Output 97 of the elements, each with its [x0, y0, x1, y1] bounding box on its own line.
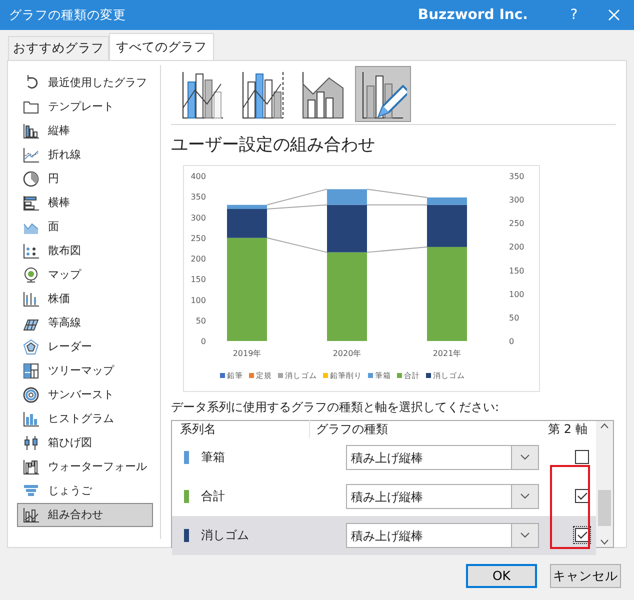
chart-type-item[interactable]: 面 — [17, 215, 153, 239]
legend-swatch — [220, 372, 225, 378]
chevron-down-icon — [520, 493, 530, 499]
brand-name: Buzzword Inc. — [418, 6, 528, 24]
chart-type-item[interactable]: ヒストグラム — [17, 407, 153, 431]
legend-swatch — [249, 372, 254, 378]
axis-tick-label: 150 — [190, 274, 206, 284]
axis-tick-label: 100 — [509, 289, 524, 298]
chart-type-dropdown[interactable]: 積み上げ縦棒 — [346, 522, 539, 548]
pie-chart-icon — [23, 171, 39, 187]
column-header: グラフの種類 — [315, 421, 389, 438]
chart-type-item[interactable]: 折れ線 — [17, 143, 153, 167]
chevron-down-icon — [520, 454, 530, 460]
chevron-down-icon — [600, 538, 609, 544]
chart-type-item[interactable]: 横棒 — [17, 191, 153, 215]
tab[interactable]: おすすめグラフ — [8, 36, 109, 60]
scrollbar[interactable] — [596, 420, 613, 546]
series-row[interactable]: 消しゴム 積み上げ縦棒 — [172, 516, 596, 554]
chart-type-item[interactable]: テンプレート — [17, 95, 153, 119]
legend-swatch — [397, 372, 402, 378]
chart-subtype-button[interactable] — [355, 66, 411, 122]
legend-swatch — [323, 372, 328, 378]
chart-type-item[interactable]: 縦棒 — [17, 119, 153, 143]
axis-tick-label: 0 — [509, 336, 514, 346]
waterfall-chart-icon — [23, 459, 39, 475]
chart-type-item[interactable]: レーダー — [17, 335, 153, 359]
chart-type-item[interactable]: 散布図 — [17, 239, 153, 263]
axis-tick-label: 0 — [200, 336, 206, 346]
chart-type-item[interactable]: 株価 — [17, 287, 153, 311]
section-heading: ユーザー設定の組み合わせ — [171, 134, 376, 157]
axis-tick-label: 250 — [509, 218, 524, 228]
series-name: 筆箱 — [201, 449, 226, 466]
box-plot-icon — [23, 435, 39, 451]
treemap-icon — [23, 363, 39, 379]
secondary-axis-checkbox[interactable] — [575, 450, 589, 464]
axis-category-label: 2020年 — [332, 348, 362, 358]
histogram-icon — [23, 411, 39, 427]
instruction-text: データ系列に使用するグラフの種類と軸を選択してください: — [171, 398, 500, 416]
chart-type-item[interactable]: 最近使用したグラフ — [17, 71, 153, 95]
series-row[interactable]: 合計 積み上げ縦棒 — [172, 476, 596, 516]
line-chart-icon — [23, 147, 39, 163]
chart-type-item[interactable]: 組み合わせ — [17, 503, 153, 527]
series-name: 合計 — [201, 488, 226, 505]
chart-type-item[interactable]: ウォーターフォール — [17, 455, 153, 479]
axis-tick-label: 300 — [190, 212, 206, 222]
column-header: 系列名 — [172, 420, 310, 438]
axis-tick-label: 50 — [196, 316, 206, 325]
scatter-chart-icon — [23, 243, 39, 259]
help-button[interactable]: ? — [554, 0, 594, 30]
stock-chart-icon — [23, 291, 39, 307]
legend-swatch — [426, 372, 431, 378]
cancel-button[interactable]: キャンセル — [550, 564, 621, 588]
axis-tick-label: 150 — [509, 266, 524, 275]
bar-chart-icon — [23, 195, 39, 211]
check-icon — [576, 530, 588, 540]
tab[interactable]: すべてのグラフ — [109, 33, 214, 60]
folder-icon — [23, 99, 39, 115]
chart-type-item[interactable]: 箱ひげ図 — [17, 431, 153, 455]
axis-tick-label: 250 — [190, 233, 206, 242]
check-icon — [576, 492, 588, 500]
axis-tick-label: 400 — [190, 172, 206, 180]
chart-type-item[interactable]: サンバースト — [17, 383, 153, 407]
globe-icon — [23, 267, 39, 283]
funnel-icon — [23, 483, 39, 499]
series-row[interactable]: 筆箱 積み上げ縦棒 — [172, 438, 596, 476]
axis-tick-label: 50 — [509, 312, 520, 322]
series-name: 消しゴム — [201, 527, 250, 544]
axis-category-label: 2019年 — [232, 348, 262, 358]
axis-tick-label: 350 — [190, 192, 206, 202]
chevron-down-icon — [520, 532, 530, 538]
axis-tick-label: 350 — [509, 172, 524, 180]
secondary-axis-checkbox[interactable] — [575, 528, 589, 542]
column-header: 第 2 軸 — [548, 421, 588, 438]
chart-type-item[interactable]: じょうご — [17, 479, 153, 503]
scroll-thumb[interactable] — [598, 490, 611, 526]
sunburst-icon — [23, 387, 39, 403]
chart-type-item[interactable]: ツリーマップ — [17, 359, 153, 383]
chart-type-item[interactable]: マップ — [17, 263, 153, 287]
legend-swatch — [368, 372, 373, 378]
chevron-up-icon — [600, 422, 609, 428]
axis-category-label: 2021年 — [432, 348, 462, 358]
close-icon — [608, 9, 620, 21]
axis-tick-label: 200 — [509, 242, 524, 252]
chart-type-dropdown[interactable]: 積み上げ縦棒 — [346, 484, 539, 508]
axis-tick-label: 300 — [509, 195, 524, 204]
chart-type-item[interactable]: 円 — [17, 167, 153, 191]
secondary-axis-checkbox[interactable] — [575, 489, 589, 503]
column-chart-icon — [23, 123, 39, 139]
axis-tick-label: 100 — [190, 295, 206, 304]
legend-swatch — [278, 372, 283, 378]
chart-type-item[interactable]: 等高線 — [17, 311, 153, 335]
axis-tick-label: 200 — [190, 254, 206, 263]
chart-type-dropdown[interactable]: 積み上げ縦棒 — [346, 444, 539, 470]
radar-chart-icon — [23, 339, 39, 355]
window-title: グラフの種類の変更 — [8, 6, 127, 24]
combo-chart-icon — [23, 507, 39, 523]
ok-button[interactable]: OK — [466, 564, 537, 588]
